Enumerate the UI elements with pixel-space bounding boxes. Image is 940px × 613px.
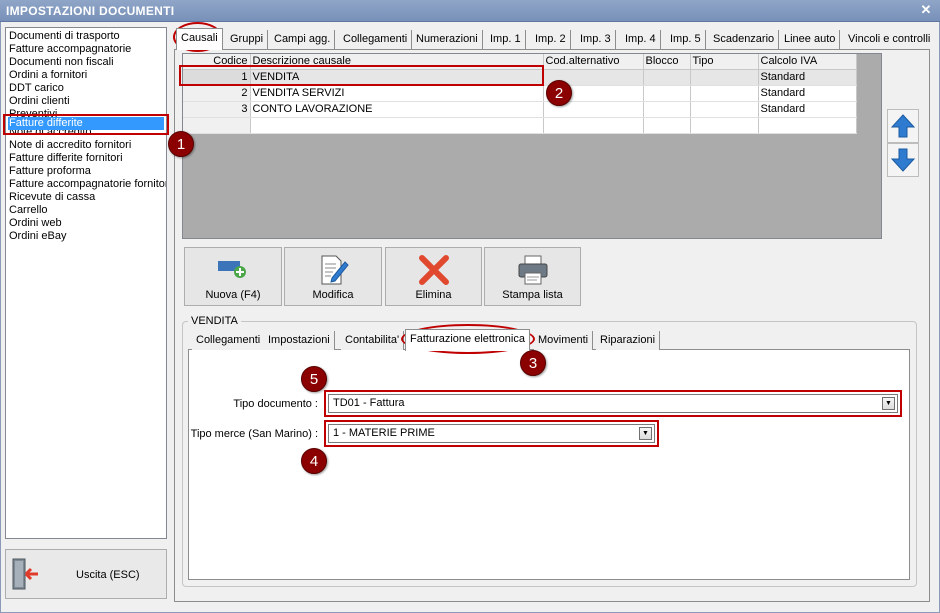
table-cell: Standard [758,101,857,118]
top-tab-strip: Causali Gruppi Campi agg. Collegamenti N… [174,28,935,50]
tab-detail-contabilita[interactable]: Contabilita' [341,331,405,350]
table-row-new[interactable] [183,117,857,134]
close-icon[interactable]: ✕ [918,2,934,18]
tab-scadenzario[interactable]: Scadenzario [709,30,780,49]
tab-linee-auto[interactable]: Linee auto [780,30,841,49]
list-item[interactable]: Ordini eBay [6,230,166,243]
edit-document-icon [321,255,349,285]
exit-button[interactable]: Uscita (ESC) [5,549,167,599]
list-item[interactable]: Fatture accompagnatorie fornitori [6,178,166,191]
list-item[interactable]: Fatture accompagnatorie [6,43,166,56]
tipo-merce-label: Tipo merce (San Marino) : [190,428,318,440]
print-list-button[interactable]: Stampa lista [484,247,581,306]
annotation-highlight [3,114,169,135]
table-cell [183,117,251,134]
list-item[interactable]: Carrello [6,204,166,217]
tab-campi-agg[interactable]: Campi agg. [270,30,336,49]
list-item[interactable]: Ordini web [6,217,166,230]
tab-imp-2[interactable]: Imp. 2 [531,30,571,49]
tab-detail-impostazioni[interactable]: Impostazioni [264,331,335,350]
move-down-button[interactable] [887,143,919,177]
tab-collegamenti[interactable]: Collegamenti [339,30,413,49]
list-item[interactable]: Ordini a fornitori [6,69,166,82]
tab-detail-collegamenti[interactable]: Collegamenti [192,331,266,350]
list-item[interactable]: Fatture differite fornitori [6,152,166,165]
delete-button-label: Elimina [415,289,452,301]
table-cell [690,101,759,118]
column-header[interactable]: Cod.alternativo [543,54,644,70]
table-cell [643,101,691,118]
move-up-button[interactable] [887,109,919,143]
table-cell [690,117,759,134]
list-item[interactable]: Fatture proforma [6,165,166,178]
tab-detail-movimenti[interactable]: Movimenti [534,331,594,350]
table-cell [690,85,759,102]
list-item[interactable]: Note di accredito fornitori [6,139,166,152]
tab-vincoli-controlli[interactable]: Vincoli e controlli [844,30,935,49]
table-cell: 3 [183,101,251,118]
delete-x-icon [418,255,449,285]
annotation-highlight [324,420,659,447]
annotation-badge: 2 [546,80,572,106]
list-item[interactable]: Documenti di trasporto [6,30,166,43]
tab-detail-fatturazione-elettronica[interactable]: Fatturazione elettronica [405,329,530,351]
table-cell [690,69,759,86]
annotation-badge: 3 [520,350,546,376]
printer-icon [518,255,547,285]
window-title: IMPOSTAZIONI DOCUMENTI [6,4,175,18]
detail-tab-strip: Collegamenti Impostazioni Contabilita' F… [188,329,908,351]
tab-gruppi[interactable]: Gruppi [226,30,269,49]
tab-imp-3[interactable]: Imp. 3 [576,30,616,49]
document-type-list[interactable]: Documenti di trasporto Fatture accompagn… [5,27,167,539]
delete-button[interactable]: Elimina [385,247,482,306]
annotation-highlight [324,390,902,417]
table-cell [643,85,691,102]
table-cell [758,117,857,134]
arrow-up-icon [890,114,916,138]
tipo-documento-label: Tipo documento : [233,398,318,410]
tab-numerazioni[interactable]: Numerazioni [412,30,483,49]
table-cell: Standard [758,69,857,86]
table-cell [643,69,691,86]
annotation-badge: 5 [301,366,327,392]
new-button[interactable]: Nuova (F4) [184,247,282,306]
tab-detail-riparazioni[interactable]: Riparazioni [596,331,661,350]
column-header[interactable]: Tipo [690,54,759,70]
list-item[interactable]: Ricevute di cassa [6,191,166,204]
tab-imp-5[interactable]: Imp. 5 [666,30,706,49]
arrow-down-icon [890,148,916,172]
list-item[interactable]: DDT carico [6,82,166,95]
annotation-highlight [179,65,544,86]
table-cell [643,117,691,134]
table-cell [250,117,544,134]
column-header[interactable]: Calcolo IVA [758,54,857,70]
tab-causali[interactable]: Causali [176,28,223,50]
new-button-label: Nuova (F4) [205,289,261,301]
annotation-badge: 1 [168,131,194,157]
list-item[interactable]: Documenti non fiscali [6,56,166,69]
tab-imp-4[interactable]: Imp. 4 [621,30,661,49]
table-cell: VENDITA SERVIZI [250,85,544,102]
list-item[interactable]: Ordini clienti [6,95,166,108]
tab-imp-1[interactable]: Imp. 1 [486,30,526,49]
detail-group-label: VENDITA [188,315,241,327]
table-row[interactable]: 3 CONTO LAVORAZIONE Standard [183,101,857,118]
print-list-button-label: Stampa lista [502,289,563,301]
table-cell: 2 [183,85,251,102]
add-card-icon [218,261,246,278]
exit-door-icon [12,558,38,590]
annotation-badge: 4 [301,448,327,474]
edit-button[interactable]: Modifica [284,247,382,306]
fatturazione-elettronica-panel [188,349,910,580]
table-cell: Standard [758,85,857,102]
title-bar: IMPOSTAZIONI DOCUMENTI ✕ [0,0,940,22]
table-row[interactable]: 2 VENDITA SERVIZI Standard [183,85,857,102]
exit-label: Uscita (ESC) [76,569,140,581]
table-cell: CONTO LAVORAZIONE [250,101,544,118]
edit-button-label: Modifica [312,289,354,301]
table-cell [543,117,644,134]
column-header[interactable]: Blocco [643,54,691,70]
